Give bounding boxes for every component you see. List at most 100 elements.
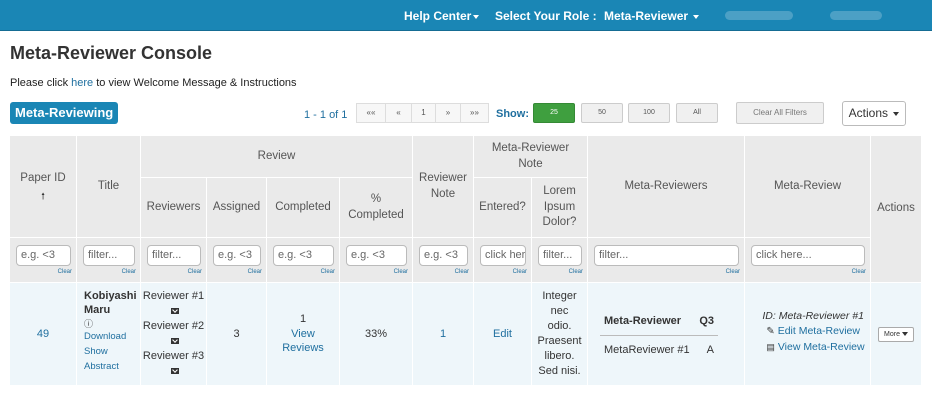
select-role-label: Select Your Role : bbox=[495, 9, 597, 23]
header-reviewer-note[interactable]: Reviewer Note bbox=[413, 136, 474, 238]
filter-cell-completed: e.g. <3 Clear bbox=[267, 238, 340, 283]
more-dropdown-button[interactable]: More bbox=[878, 326, 914, 342]
clear-filter-link[interactable]: Clear bbox=[513, 269, 527, 275]
paper-id-link[interactable]: 49 bbox=[10, 283, 77, 385]
page-1-button[interactable]: 1 bbox=[411, 103, 436, 123]
filter-completed-input[interactable]: e.g. <3 bbox=[273, 245, 334, 266]
intro-post: to view Welcome Message & Instructions bbox=[93, 77, 297, 89]
download-link[interactable]: Download bbox=[84, 330, 138, 345]
header-title[interactable]: Title bbox=[77, 136, 141, 238]
help-center-menu[interactable]: Help Center bbox=[404, 9, 480, 23]
filter-cell-title: filter... Clear bbox=[77, 238, 141, 283]
filter-cell-assigned: e.g. <3 Clear bbox=[207, 238, 267, 283]
filter-paper-id-input[interactable]: e.g. <3 bbox=[16, 245, 71, 266]
header-pct-completed[interactable]: % Completed bbox=[340, 178, 413, 238]
header-completed[interactable]: Completed bbox=[267, 178, 340, 238]
help-center-label: Help Center bbox=[404, 9, 472, 23]
last-page-button[interactable]: »» bbox=[460, 103, 489, 123]
clear-filter-link[interactable]: Clear bbox=[122, 269, 136, 275]
clear-filter-link[interactable]: Clear bbox=[58, 269, 72, 275]
filter-assigned-input[interactable]: e.g. <3 bbox=[213, 245, 261, 266]
info-icon[interactable]: ⓘ bbox=[84, 318, 138, 331]
sort-ascending-icon: 🠕 bbox=[41, 190, 45, 201]
edit-meta-review-item[interactable]: ✎ Edit Meta-Review bbox=[750, 324, 864, 340]
clear-filter-link[interactable]: Clear bbox=[852, 269, 866, 275]
clear-filter-link[interactable]: Clear bbox=[321, 269, 335, 275]
filter-meta-review-input[interactable]: click here... bbox=[751, 245, 865, 266]
completed-cell: 1 View Reviews bbox=[267, 283, 340, 385]
clear-filter-link[interactable]: Clear bbox=[569, 269, 583, 275]
filter-reviewer-note-input[interactable]: e.g. <3 bbox=[419, 245, 468, 266]
welcome-link[interactable]: here bbox=[71, 77, 93, 89]
lorem-text: Integer nec odio. Praesent libero. Sed n… bbox=[532, 283, 588, 385]
clear-all-filters-button[interactable]: Clear All Filters bbox=[736, 102, 824, 124]
header-lorem[interactable]: Lorem Ipsum Dolor? bbox=[532, 178, 588, 238]
filter-cell-entered: click here Clear bbox=[474, 238, 532, 283]
filter-cell-paper-id: e.g. <3 Clear bbox=[10, 238, 77, 283]
chevron-down-icon bbox=[901, 331, 908, 336]
actions-label: Actions bbox=[848, 106, 888, 120]
list-icon: ▤ bbox=[766, 341, 775, 352]
intro-text: Please click here to view Welcome Messag… bbox=[10, 77, 297, 89]
header-meta-review[interactable]: Meta-Review bbox=[745, 136, 871, 238]
envelope-icon[interactable] bbox=[171, 308, 179, 315]
reviewer-item: Reviewer #3 bbox=[141, 349, 206, 379]
filter-entered-input[interactable]: click here bbox=[480, 245, 526, 266]
reviewer-name: Reviewer #3 bbox=[142, 349, 205, 362]
show-abstract-link[interactable]: Show Abstract bbox=[84, 345, 138, 374]
meta-review-cell: ID: Meta-Reviewer #1 ✎ Edit Meta-Review … bbox=[745, 283, 871, 385]
filter-title-input[interactable]: filter... bbox=[83, 245, 135, 266]
envelope-icon[interactable] bbox=[171, 367, 179, 374]
view-reviews-link[interactable]: View Reviews bbox=[267, 327, 339, 357]
clear-filter-link[interactable]: Clear bbox=[394, 269, 408, 275]
clear-filter-link[interactable]: Clear bbox=[248, 269, 262, 275]
header-entered[interactable]: Entered? bbox=[474, 178, 532, 238]
user-menu-redacted bbox=[830, 11, 882, 20]
header-reviewers[interactable]: Reviewers bbox=[141, 178, 207, 238]
subtable-row: MetaReviewer #1 A bbox=[600, 336, 718, 361]
prev-page-button[interactable]: « bbox=[385, 103, 412, 123]
meta-reviewer-score: A bbox=[706, 343, 714, 356]
show-50-button[interactable]: 50 bbox=[581, 103, 623, 123]
filter-meta-reviewers-input[interactable]: filter... bbox=[594, 245, 739, 266]
title-cell: Kobiyashi Maru ⓘ Download Show Abstract bbox=[77, 283, 141, 385]
completed-count: 1 bbox=[299, 312, 307, 325]
subtable-col-q3: Q3 bbox=[699, 315, 714, 327]
header-meta-reviewers[interactable]: Meta-Reviewers bbox=[588, 136, 745, 238]
view-meta-review-link[interactable]: View Meta-Review bbox=[778, 341, 865, 353]
role-dropdown[interactable]: Meta-Reviewer bbox=[604, 9, 700, 23]
edit-note-link[interactable]: Edit bbox=[474, 283, 532, 385]
pagination: «« « 1 » »» bbox=[356, 103, 489, 123]
clear-filter-link[interactable]: Clear bbox=[455, 269, 469, 275]
reviewers-cell: Reviewer #1 Reviewer #2 Reviewer #3 bbox=[141, 283, 207, 385]
section-title: Meta-Reviewing bbox=[10, 102, 119, 124]
edit-meta-review-link[interactable]: Edit Meta-Review bbox=[778, 325, 860, 337]
show-all-button[interactable]: All bbox=[676, 103, 718, 123]
meta-reviewers-cell: Meta-Reviewer Q3 MetaReviewer #1 A bbox=[588, 283, 745, 385]
show-label: Show: bbox=[496, 108, 529, 120]
filter-lorem-input[interactable]: filter... bbox=[538, 245, 582, 266]
actions-cell: More bbox=[871, 283, 921, 385]
next-page-button[interactable]: » bbox=[435, 103, 461, 123]
show-25-button[interactable]: 25 bbox=[533, 103, 575, 123]
actions-dropdown-button[interactable]: Actions bbox=[842, 101, 906, 126]
filter-pct-completed-input[interactable]: e.g. <3 bbox=[346, 245, 407, 266]
edit-icon: ✎ bbox=[766, 326, 775, 338]
header-paper-id[interactable]: Paper ID 🠕 bbox=[10, 136, 77, 238]
top-nav-bar: Help Center Select Your Role : Meta-Revi… bbox=[0, 0, 932, 31]
header-assigned[interactable]: Assigned bbox=[207, 178, 267, 238]
paper-title: Kobiyashi Maru bbox=[84, 290, 137, 317]
clear-filter-link[interactable]: Clear bbox=[726, 269, 740, 275]
reviewer-note-link[interactable]: 1 bbox=[413, 283, 474, 385]
envelope-icon[interactable] bbox=[171, 338, 179, 345]
filter-reviewers-input[interactable]: filter... bbox=[147, 245, 201, 266]
pager-info: 1 - 1 of 1 bbox=[304, 109, 348, 121]
first-page-button[interactable]: «« bbox=[356, 103, 386, 123]
show-100-button[interactable]: 100 bbox=[628, 103, 670, 123]
user-info-redacted bbox=[725, 11, 793, 20]
meta-reviewer-name: MetaReviewer #1 bbox=[604, 343, 690, 356]
reviewer-name: Reviewer #1 bbox=[142, 290, 205, 303]
view-meta-review-item[interactable]: ▤ View Meta-Review bbox=[750, 340, 864, 355]
clear-filter-link[interactable]: Clear bbox=[188, 269, 202, 275]
header-paper-id-label: Paper ID bbox=[20, 172, 66, 185]
